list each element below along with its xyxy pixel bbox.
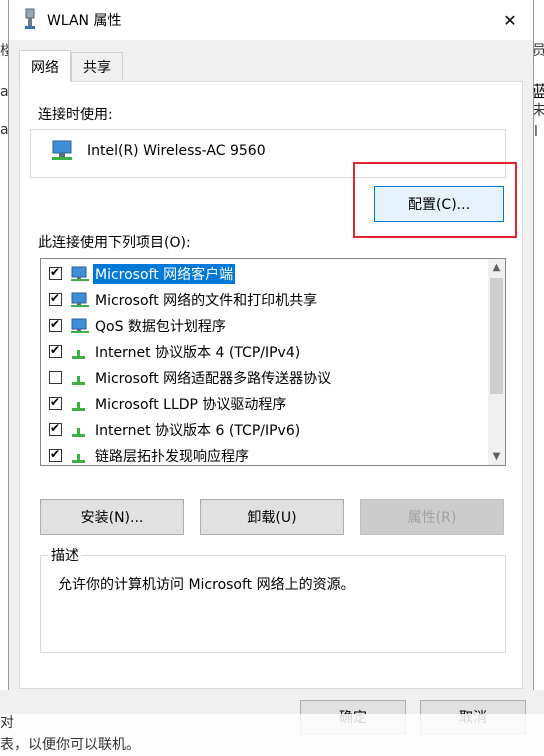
description-group [40, 555, 506, 653]
item-checkbox[interactable] [49, 421, 62, 436]
network-client-icon [71, 266, 89, 281]
item-label: QoS 数据包计划程序 [95, 319, 226, 335]
properties-button: 属性(R) [360, 499, 504, 535]
item-label: Microsoft 网络的文件和打印机共享 [95, 293, 318, 309]
list-item[interactable]: 链路层拓扑发现响应程序 [41, 443, 481, 465]
list-item[interactable]: Microsoft 网络的文件和打印机共享 [41, 287, 481, 313]
properties-button-label: 属性(R) [407, 510, 457, 526]
protocol-icon [72, 454, 85, 463]
item-checkbox[interactable] [49, 265, 62, 280]
list-item[interactable]: Internet 协议版本 6 (TCP/IPv6) [41, 417, 481, 443]
tab-label: 共享 [83, 60, 111, 76]
adapter-name: Intel(R) Wireless-AC 9560 [87, 143, 266, 159]
item-label: Microsoft 网络客户端 [93, 264, 236, 284]
tab-network[interactable]: 网络 [19, 50, 71, 82]
network-adapter-icon [52, 140, 72, 160]
tab-sharing[interactable]: 共享 [71, 52, 123, 81]
item-label: Internet 协议版本 4 (TCP/IPv4) [95, 345, 301, 361]
protocol-icon [72, 402, 85, 411]
item-label: Internet 协议版本 6 (TCP/IPv6) [95, 423, 301, 439]
items-label: 此连接使用下列项目(O): [38, 235, 191, 251]
item-label: 链路层拓扑发现响应程序 [95, 449, 249, 465]
list-item[interactable]: Microsoft 网络适配器多路传送器协议 [41, 365, 481, 391]
description-text: 允许你的计算机访问 Microsoft 网络上的资源。 [58, 577, 355, 593]
install-button-label: 安装(N)... [80, 510, 144, 526]
protocol-icon [72, 428, 85, 437]
description-legend: 描述 [48, 545, 82, 565]
close-icon: ✕ [503, 10, 517, 30]
list-item[interactable]: Internet 协议版本 4 (TCP/IPv4) [41, 339, 481, 365]
list-item[interactable]: Microsoft LLDP 协议驱动程序 [41, 391, 481, 417]
item-checkbox[interactable] [49, 291, 62, 306]
list-scrollbar[interactable]: ▲ ▼ [488, 259, 505, 465]
network-client-icon [71, 292, 89, 307]
network-adapter-icon [25, 8, 35, 29]
window-title: WLAN 属性 [47, 13, 122, 29]
components-list[interactable]: Microsoft 网络客户端 Microsoft 网络的文件和打印机共享 Qo… [40, 258, 506, 466]
list-item[interactable]: Microsoft 网络客户端 [41, 261, 481, 287]
scroll-down-button[interactable]: ▼ [488, 448, 505, 465]
uninstall-button[interactable]: 卸载(U) [200, 499, 344, 535]
chevron-up-icon: ▲ [492, 262, 501, 273]
connect-using-label: 连接时使用: [38, 107, 113, 123]
item-checkbox[interactable] [49, 343, 62, 358]
network-client-icon [71, 318, 89, 333]
annotation-highlight-box [353, 162, 517, 238]
item-checkbox[interactable] [49, 317, 62, 332]
list-item[interactable]: QoS 数据包计划程序 [41, 313, 481, 339]
item-checkbox[interactable] [49, 447, 62, 462]
protocol-icon [72, 376, 85, 385]
background-fragment: l [534, 124, 538, 140]
protocol-icon [72, 350, 85, 359]
chevron-down-icon: ▼ [492, 451, 501, 462]
uninstall-button-label: 卸载(U) [247, 510, 297, 526]
background-fragment: 对 [0, 715, 14, 731]
background-fragment: 表，以便你可以联机。 [0, 737, 140, 753]
close-button[interactable]: ✕ [487, 0, 533, 40]
item-label: Microsoft LLDP 协议驱动程序 [95, 397, 287, 413]
scroll-up-button[interactable]: ▲ [488, 259, 505, 276]
item-checkbox[interactable] [49, 395, 62, 410]
tab-label: 网络 [31, 59, 59, 76]
item-label: Microsoft 网络适配器多路传送器协议 [95, 371, 332, 387]
title-bar[interactable]: WLAN 属性 ✕ [9, 0, 533, 40]
item-checkbox[interactable] [49, 371, 62, 384]
install-button[interactable]: 安装(N)... [40, 499, 184, 535]
scroll-thumb[interactable] [490, 278, 503, 394]
